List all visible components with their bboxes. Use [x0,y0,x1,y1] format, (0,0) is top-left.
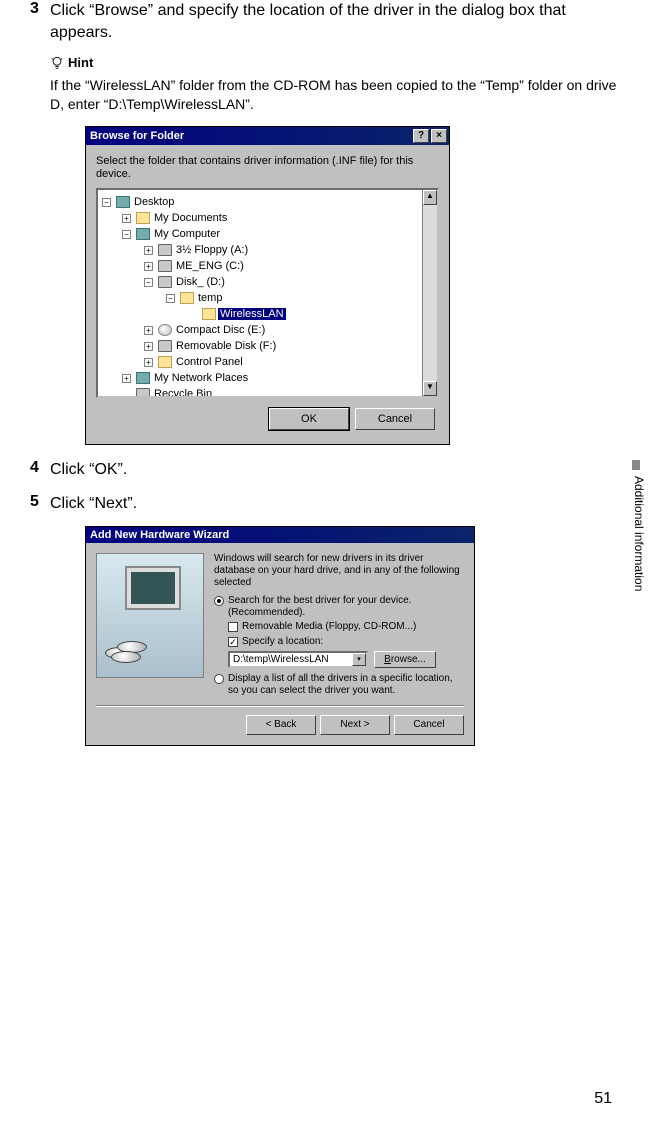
tree-removable[interactable]: Removable Disk (F:) [174,340,278,352]
recycle-bin-icon [136,388,150,398]
expander-icon[interactable]: + [144,246,153,255]
browse-button-rest: rowse... [391,654,426,665]
browse-for-folder-dialog: Browse for Folder ? × Select the folder … [85,126,450,445]
step-4-text: Click “OK”. [50,459,622,481]
tree-mydocs[interactable]: My Documents [152,212,229,224]
expander-icon[interactable]: + [122,214,131,223]
drive-icon [158,260,172,272]
lightbulb-icon [50,56,64,70]
tree-desktop[interactable]: Desktop [132,196,176,208]
tree-floppy[interactable]: 3½ Floppy (A:) [174,244,250,256]
location-combobox[interactable]: D:\temp\WirelessLAN ▾ [228,651,368,668]
expander-icon[interactable]: − [102,198,111,207]
cancel-button[interactable]: Cancel [355,408,435,430]
ok-button[interactable]: OK [269,408,349,430]
expander-icon[interactable]: + [122,374,131,383]
removable-icon [158,340,172,352]
cd-icon [158,324,172,336]
step-3-text: Click “Browse” and specify the location … [50,0,622,43]
wizard-title: Add New Hardware Wizard [86,527,474,543]
expander-icon[interactable]: + [144,262,153,271]
computer-icon [136,228,150,240]
expander-icon[interactable]: + [144,358,153,367]
page-number: 51 [594,1090,612,1108]
tree-recycle[interactable]: Recycle Bin [152,388,214,398]
folder-icon [136,212,150,224]
floppy-icon [158,244,172,256]
network-places-icon [136,372,150,384]
titlebar-help-button[interactable]: ? [413,129,429,143]
tree-wirelesslan-selected[interactable]: WirelessLAN [218,308,286,320]
expander-icon[interactable]: + [144,342,153,351]
wizard-message: Windows will search for new drivers in i… [214,553,464,589]
folder-icon [180,292,194,304]
browse-titlebar: Browse for Folder ? × [86,127,449,145]
scroll-down-button[interactable]: ▼ [423,381,437,396]
removable-media-label: Removable Media (Floppy, CD-ROM...) [242,621,416,633]
folder-open-icon [202,308,216,320]
tree-disk-d[interactable]: Disk_ (D:) [174,276,227,288]
tree-cd[interactable]: Compact Disc (E:) [174,324,267,336]
display-list-label: Display a list of all the drivers in a s… [228,673,464,697]
specify-location-checkbox[interactable]: ✓ [228,637,238,647]
search-best-driver-radio[interactable] [214,596,224,606]
browse-message: Select the folder that contains driver i… [96,155,439,180]
back-button[interactable]: < Back [246,715,316,735]
search-best-driver-label: Search for the best driver for your devi… [228,595,464,619]
hint-label: Hint [68,55,93,70]
expander-icon[interactable]: − [166,294,175,303]
desktop-icon [116,196,130,208]
tree-scrollbar[interactable]: ▲ ▼ [422,190,437,396]
section-tab-label: Additional information [632,470,646,591]
hint-heading: Hint [50,55,622,70]
section-tab: Additional information [632,470,652,630]
browse-button[interactable]: Browse... [374,651,436,668]
step-3: 3 Click “Browse” and specify the locatio… [30,0,622,43]
step-5-number: 5 [30,493,50,511]
tree-me-eng[interactable]: ME_ENG (C:) [174,260,246,272]
titlebar-close-button[interactable]: × [431,129,447,143]
add-new-hardware-wizard: Add New Hardware Wizard Windows will sea… [85,526,475,746]
expander-icon[interactable]: − [122,230,131,239]
tree-mycomputer[interactable]: My Computer [152,228,222,240]
wizard-illustration [96,553,204,678]
step-3-number: 3 [30,0,50,18]
tree-control-panel[interactable]: Control Panel [174,356,245,368]
step-5: 5 Click “Next”. [30,493,622,515]
step-4-number: 4 [30,459,50,477]
combo-dropdown-button[interactable]: ▾ [352,653,366,666]
specify-location-label: Specify a location: [242,636,323,648]
display-list-radio[interactable] [214,674,224,684]
location-value: D:\temp\WirelessLAN [233,654,329,666]
expander-icon[interactable]: + [144,326,153,335]
removable-media-checkbox[interactable] [228,622,238,632]
folder-tree[interactable]: − Desktop + My Documents − My Computer + [96,188,439,398]
step-5-text: Click “Next”. [50,493,622,515]
scroll-up-button[interactable]: ▲ [423,190,437,205]
next-button[interactable]: Next > [320,715,390,735]
hint-body: If the “WirelessLAN” folder from the CD-… [50,76,622,114]
browse-title: Browse for Folder [90,130,184,142]
tree-temp[interactable]: temp [196,292,224,304]
wizard-cancel-button[interactable]: Cancel [394,715,464,735]
step-4: 4 Click “OK”. [30,459,622,481]
expander-icon[interactable]: − [144,278,153,287]
drive-icon [158,276,172,288]
control-panel-icon [158,356,172,368]
tree-netplaces[interactable]: My Network Places [152,372,250,384]
